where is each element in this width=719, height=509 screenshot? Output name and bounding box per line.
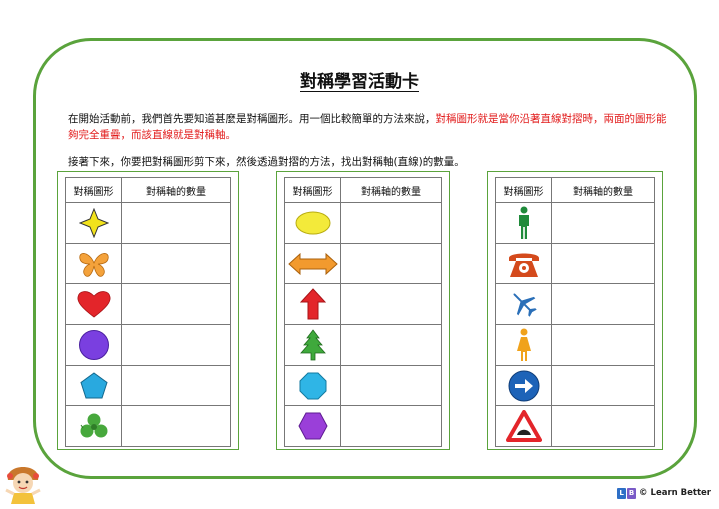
axis-count-cell[interactable] [551,324,655,366]
axis-count-cell[interactable] [121,202,231,244]
ellipse-icon [295,211,330,235]
table-row [65,364,231,407]
shape-table-1: 對稱圖形 對稱軸的數量 [57,171,239,450]
shape-table-3: 對稱圖形 對稱軸的數量 [487,171,663,450]
table-row [284,242,442,285]
table-row [65,283,231,326]
header-shape: 對稱圖形 [495,177,552,203]
header-axis-count: 對稱軸的數量 [551,177,655,203]
copyright-symbol: © [639,488,648,498]
axis-count-cell[interactable] [340,202,442,244]
axis-count-cell[interactable] [340,405,442,448]
mascot-logo [2,464,44,506]
table-row [495,283,655,326]
shape-table-2: 對稱圖形 對稱軸的數量 [276,171,450,450]
man-icon [518,206,529,239]
table-row [495,324,655,366]
axis-count-cell[interactable] [121,242,231,285]
axis-count-cell[interactable] [551,364,655,407]
tree-icon [299,329,326,361]
axis-count-cell[interactable] [121,283,231,326]
telephone-icon [508,253,539,277]
octagon-icon [299,372,326,400]
table-row [495,202,655,244]
axis-count-cell[interactable] [551,202,655,244]
page-title: 對稱學習活動卡 [300,72,419,92]
table-row [284,202,442,244]
table-row [495,405,655,448]
table-row [65,405,231,448]
table-row [65,324,231,366]
pentagon-icon [79,371,108,399]
brand-name: Learn Better [650,488,711,498]
axis-count-cell[interactable] [121,405,231,448]
axis-count-cell[interactable] [551,283,655,326]
axis-count-cell[interactable] [551,242,655,285]
up-arrow-icon [299,288,326,320]
table-row [65,202,231,244]
warning-triangle-icon [505,410,542,443]
header-axis-count: 對稱軸的數量 [340,177,442,203]
butterfly-icon [78,252,109,277]
intro-text: 在開始活動前，我們首先要知道甚麼是對稱圖形。用一個比較簡單的方法來說， [68,113,436,125]
hexagon-icon [297,412,328,440]
instruction-text: 接著下來，你要把對稱圖形剪下來，然後透過對摺的方法，找出對稱軸(直線)的數量。 [68,156,465,168]
axis-count-cell[interactable] [340,242,442,285]
header-shape: 對稱圖形 [65,177,122,203]
right-arrow-circle-icon [508,370,539,402]
table-row [284,283,442,326]
four-point-star-icon [78,207,109,238]
airplane-icon [513,293,537,317]
table-row [284,324,442,366]
header-axis-count: 對稱軸的數量 [121,177,231,203]
header-shape: 對稱圖形 [284,177,341,203]
table-row [495,364,655,407]
footer-brand: L B © Learn Better [617,486,711,500]
axis-count-cell[interactable] [551,405,655,448]
axis-count-cell[interactable] [121,364,231,407]
axis-count-cell[interactable] [340,364,442,407]
axis-count-cell[interactable] [340,324,442,366]
woman-icon [516,328,531,361]
circle-icon [78,329,109,360]
learn-better-logo: L B [617,487,637,499]
axis-count-cell[interactable] [340,283,442,326]
table-row [495,242,655,285]
table-row [284,405,442,448]
table-row [65,242,231,285]
double-arrow-icon [287,252,338,275]
clover-icon [80,413,107,438]
axis-count-cell[interactable] [121,324,231,366]
heart-icon [77,291,110,318]
intro-paragraph: 在開始活動前，我們首先要知道甚麼是對稱圖形。用一個比較簡單的方法來說，對稱圖形就… [68,111,668,143]
table-row [284,364,442,407]
